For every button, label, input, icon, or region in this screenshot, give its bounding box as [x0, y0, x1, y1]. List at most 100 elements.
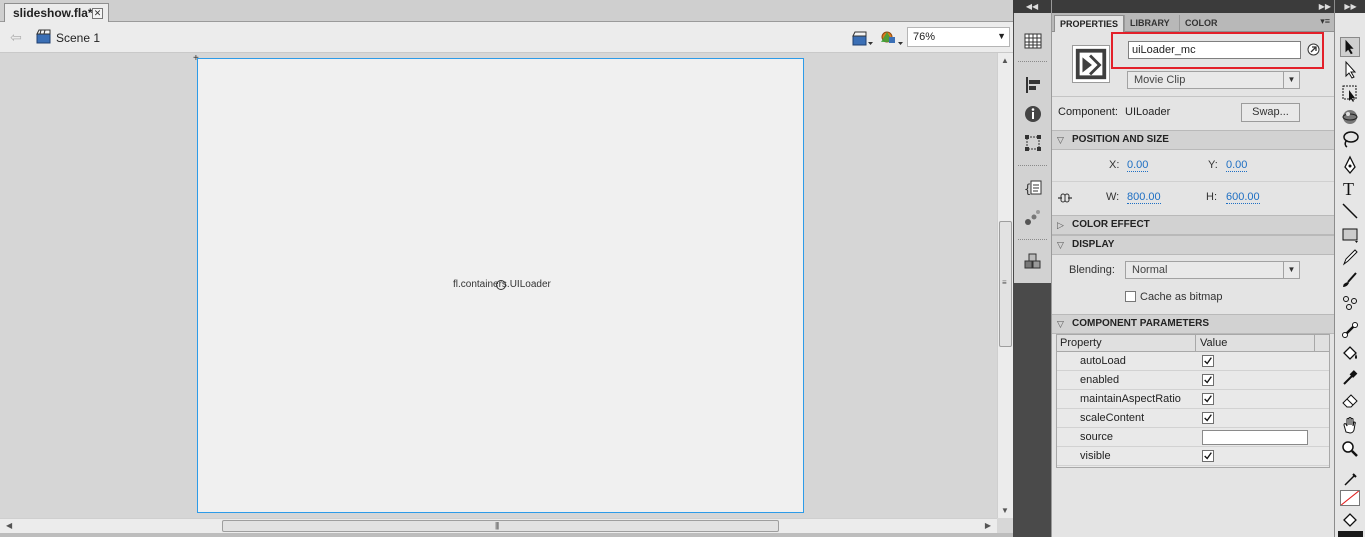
- parameter-checkbox[interactable]: [1202, 355, 1214, 367]
- scroll-down-icon[interactable]: ▼: [1001, 506, 1009, 515]
- properties-panel: ▶▶ PROPERTIES LIBRARY COLOR ▾≡ uiLoader_…: [1051, 0, 1335, 537]
- divider: [1052, 96, 1335, 97]
- expand-arrows-icon[interactable]: ▶▶: [1335, 0, 1365, 13]
- motion-presets-icon[interactable]: [1023, 207, 1043, 227]
- fill-color-swatch[interactable]: [1338, 531, 1363, 537]
- eyedropper-tool-icon[interactable]: [1340, 368, 1360, 388]
- rectangle-tool-icon[interactable]: [1340, 224, 1360, 244]
- parameter-text-input[interactable]: [1202, 430, 1308, 445]
- text-tool-icon[interactable]: T: [1340, 178, 1360, 198]
- grid-icon[interactable]: [1023, 31, 1043, 51]
- w-label: W:: [1106, 191, 1120, 203]
- zoom-select[interactable]: 76% ▼: [907, 27, 1010, 47]
- parameter-checkbox[interactable]: [1202, 450, 1214, 462]
- scroll-left-icon[interactable]: ◀: [6, 521, 12, 530]
- svg-text:T: T: [1343, 179, 1354, 198]
- stage[interactable]: fl.containers.UILoader: [197, 58, 804, 513]
- lasso-tool-icon[interactable]: [1340, 129, 1360, 149]
- parameter-checkbox[interactable]: [1202, 412, 1214, 424]
- cache-as-bitmap-checkbox[interactable]: [1125, 291, 1136, 302]
- deco-tool-icon[interactable]: [1340, 293, 1360, 313]
- tab-library[interactable]: LIBRARY: [1124, 15, 1175, 32]
- column-header-value[interactable]: Value: [1200, 337, 1227, 349]
- free-transform-tool-icon[interactable]: [1340, 83, 1360, 103]
- table-row[interactable]: scaleContent: [1057, 409, 1329, 428]
- bone-tool-icon[interactable]: [1340, 320, 1360, 340]
- parameter-name: maintainAspectRatio: [1080, 393, 1181, 405]
- selection-tool-icon[interactable]: [1340, 37, 1360, 57]
- collapse-triangle-icon: ▽: [1057, 240, 1064, 250]
- scene-label[interactable]: Scene 1: [56, 31, 100, 45]
- tab-properties[interactable]: PROPERTIES: [1054, 15, 1125, 32]
- document-tab[interactable]: slideshow.fla* ✕: [4, 3, 109, 23]
- vertical-scrollbar[interactable]: ▲ ≡ ▼: [997, 53, 1013, 518]
- code-snippets-icon[interactable]: {: [1023, 178, 1043, 198]
- instance-name-input[interactable]: uiLoader_mc: [1128, 41, 1301, 59]
- table-row[interactable]: maintainAspectRatio: [1057, 390, 1329, 409]
- transform-icon[interactable]: [1023, 133, 1043, 153]
- chevron-down-icon: ▼: [1283, 72, 1299, 88]
- hand-tool-icon[interactable]: [1340, 415, 1360, 435]
- scene-clapper-icon: [36, 29, 51, 44]
- align-icon[interactable]: [1023, 75, 1043, 95]
- zoom-tool-icon[interactable]: [1340, 439, 1360, 459]
- swap-arrow-icon[interactable]: [1307, 43, 1320, 56]
- stroke-color-icon[interactable]: [1340, 470, 1360, 490]
- component-parameters-header[interactable]: ▽ COMPONENT PARAMETERS: [1052, 314, 1335, 334]
- stage-pasteboard[interactable]: + fl.containers.UILoader: [0, 53, 997, 518]
- eraser-tool-icon[interactable]: [1340, 390, 1360, 410]
- parameter-checkbox[interactable]: [1202, 374, 1214, 386]
- table-row[interactable]: autoLoad: [1057, 352, 1329, 371]
- collapse-arrows-icon[interactable]: ◀◀: [1013, 0, 1051, 13]
- position-size-header[interactable]: ▽ POSITION AND SIZE: [1052, 130, 1335, 150]
- horizontal-scroll-thumb[interactable]: |||: [222, 520, 779, 532]
- pen-tool-icon[interactable]: [1340, 155, 1360, 175]
- h-value[interactable]: 600.00: [1226, 191, 1260, 204]
- chevron-down-icon: ▼: [1283, 262, 1299, 278]
- link-constrain-icon[interactable]: [1056, 191, 1074, 205]
- swap-button[interactable]: Swap...: [1241, 103, 1300, 122]
- paint-bucket-tool-icon[interactable]: [1340, 344, 1360, 364]
- table-row[interactable]: enabled: [1057, 371, 1329, 390]
- expand-arrows-icon[interactable]: ▶▶: [1052, 0, 1335, 13]
- components-icon[interactable]: [1023, 252, 1043, 272]
- vertical-scroll-thumb[interactable]: ≡: [999, 221, 1012, 347]
- component-label-text: Component:: [1058, 106, 1118, 118]
- document-window: slideshow.fla* ✕ ⇦ Scene 1 76% ▼ + fl.co…: [0, 0, 1013, 537]
- line-tool-icon[interactable]: [1340, 201, 1360, 221]
- checkmark-icon: [1204, 357, 1212, 365]
- edit-symbols-icon[interactable]: [880, 29, 904, 47]
- y-value[interactable]: 0.00: [1226, 159, 1248, 172]
- subselection-tool-icon[interactable]: [1340, 60, 1360, 80]
- column-header-property[interactable]: Property: [1060, 337, 1102, 349]
- edit-scene-icon[interactable]: [852, 29, 874, 47]
- panel-menu-icon[interactable]: ▾≡: [1320, 16, 1330, 27]
- table-row[interactable]: visible: [1057, 447, 1329, 466]
- parameter-name: autoLoad: [1080, 355, 1126, 367]
- horizontal-scrollbar[interactable]: ◀ ||| ▶: [0, 518, 997, 533]
- registration-point-icon: [496, 280, 506, 290]
- section-title: COLOR EFFECT: [1072, 219, 1150, 230]
- color-effect-header[interactable]: ▷ COLOR EFFECT: [1052, 215, 1335, 235]
- close-icon[interactable]: ✕: [92, 8, 103, 19]
- scroll-right-icon[interactable]: ▶: [985, 521, 991, 530]
- table-row[interactable]: source: [1057, 428, 1329, 447]
- brush-tool-icon[interactable]: [1340, 270, 1360, 290]
- back-arrow-icon[interactable]: ⇦: [10, 29, 22, 46]
- zoom-value: 76%: [913, 31, 936, 43]
- stroke-color-swatch[interactable]: [1340, 490, 1360, 506]
- parameter-checkbox[interactable]: [1202, 393, 1214, 405]
- display-header[interactable]: ▽ DISPLAY: [1052, 235, 1335, 255]
- parameter-name: enabled: [1080, 374, 1120, 386]
- 3d-rotation-tool-icon[interactable]: [1340, 106, 1360, 126]
- fill-color-icon[interactable]: [1340, 510, 1360, 530]
- tab-color[interactable]: COLOR: [1179, 15, 1223, 32]
- symbol-type-select[interactable]: Movie Clip ▼: [1127, 71, 1300, 89]
- pencil-tool-icon[interactable]: [1340, 247, 1360, 267]
- w-value[interactable]: 800.00: [1127, 191, 1161, 204]
- blending-select[interactable]: Normal ▼: [1125, 261, 1300, 279]
- info-icon[interactable]: [1023, 104, 1043, 124]
- scroll-up-icon[interactable]: ▲: [1001, 56, 1009, 65]
- x-value[interactable]: 0.00: [1127, 159, 1149, 172]
- instance-name-highlight: uiLoader_mc: [1111, 32, 1324, 69]
